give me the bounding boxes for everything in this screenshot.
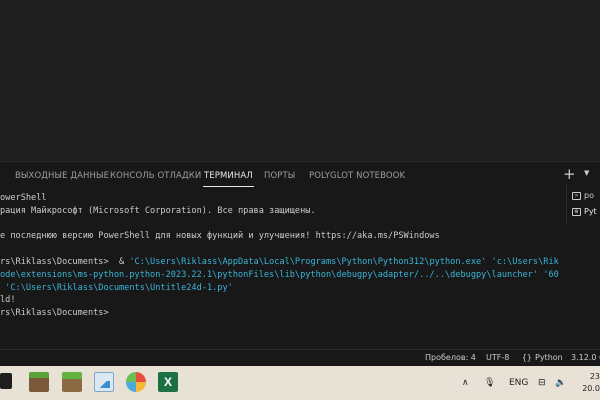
prompt-text: rs\Riklass\Documents> & [0, 257, 130, 267]
terminal-line: ode\extensions\ms-python.python-2023.22.… [0, 269, 559, 280]
language-status[interactable]: Python [535, 353, 563, 362]
microphone-icon[interactable]: 🎙 [484, 378, 495, 388]
terminal-output[interactable]: owerShell рация Майкрософт (Microsoft Co… [0, 192, 566, 332]
terminal-line: owerShell [0, 193, 47, 203]
terminal-line: 'C:\Users\Riklass\Documents\Untitle24d-1… [0, 282, 233, 293]
tab-debug-console[interactable]: КОНСОЛЬ ОТЛАДКИ [110, 171, 201, 181]
status-bar: Пробелов: 4 UTF-8 {} Python 3.12.0 6 [0, 349, 600, 366]
braces-icon[interactable]: {} [522, 353, 532, 362]
panel-tabbar: ВЫХОДНЫЕ ДАННЫЕ КОНСОЛЬ ОТЛАДКИ ТЕРМИНАЛ… [0, 162, 600, 190]
editor-area [0, 0, 600, 161]
chevron-down-icon[interactable]: ▼ [584, 169, 589, 177]
tab-output[interactable]: ВЫХОДНЫЕ ДАННЫЕ [15, 171, 109, 181]
tab-terminal[interactable]: ТЕРМИНАЛ [203, 171, 254, 187]
python-icon: ⚙ [572, 207, 581, 216]
terminal-list-item[interactable]: > po [572, 191, 594, 200]
encoding-status[interactable]: UTF-8 [486, 353, 509, 362]
network-icon[interactable]: ⊟ [538, 378, 546, 388]
minecraft-icon[interactable] [29, 372, 49, 392]
excel-icon[interactable]: X [158, 372, 178, 392]
minecraft-launcher-icon[interactable] [62, 372, 82, 392]
terminal-line: рация Майкрософт (Microsoft Corporation)… [0, 205, 316, 216]
command-args: 'C:\Users\Riklass\AppData\Local\Programs… [129, 257, 559, 267]
terminal-line: rs\Riklass\Documents> & 'C:\Users\Riklas… [0, 256, 559, 269]
python-version-status[interactable]: 3.12.0 6 [571, 353, 600, 362]
indent-status[interactable]: Пробелов: 4 [425, 353, 476, 362]
volume-icon[interactable]: 🔈 [555, 378, 566, 388]
terminal-app-icon[interactable] [0, 373, 12, 389]
terminal-line: rs\Riklass\Documents> [0, 308, 109, 319]
terminal-icon: > [572, 191, 581, 200]
terminal-list-item[interactable]: ⚙ Pyt [572, 207, 597, 216]
clock[interactable]: 23 20.0 [578, 371, 600, 395]
clock-time: 23 [589, 372, 600, 381]
chevron-up-icon[interactable]: ∧ [462, 378, 469, 388]
terminal-list: > po ⚙ Pyt [566, 184, 600, 224]
new-terminal-button[interactable]: + [563, 165, 576, 183]
paint-icon[interactable] [126, 372, 146, 392]
tab-ports[interactable]: ПОРТЫ [264, 171, 295, 181]
taskbar: X ∧ 🎙 ENG ⊟ 🔈 23 20.0 [0, 366, 600, 400]
language-indicator[interactable]: ENG [509, 378, 528, 388]
bottom-panel: ВЫХОДНЫЕ ДАННЫЕ КОНСОЛЬ ОТЛАДКИ ТЕРМИНАЛ… [0, 161, 600, 349]
image-viewer-icon[interactable] [94, 372, 114, 392]
clock-date: 20.0 [582, 384, 600, 393]
terminal-line: ld! [0, 295, 16, 306]
tab-polyglot-notebook[interactable]: POLYGLOT NOTEBOOK [309, 171, 405, 181]
terminal-line: е последнюю версию PowerShell для новых … [0, 231, 440, 242]
